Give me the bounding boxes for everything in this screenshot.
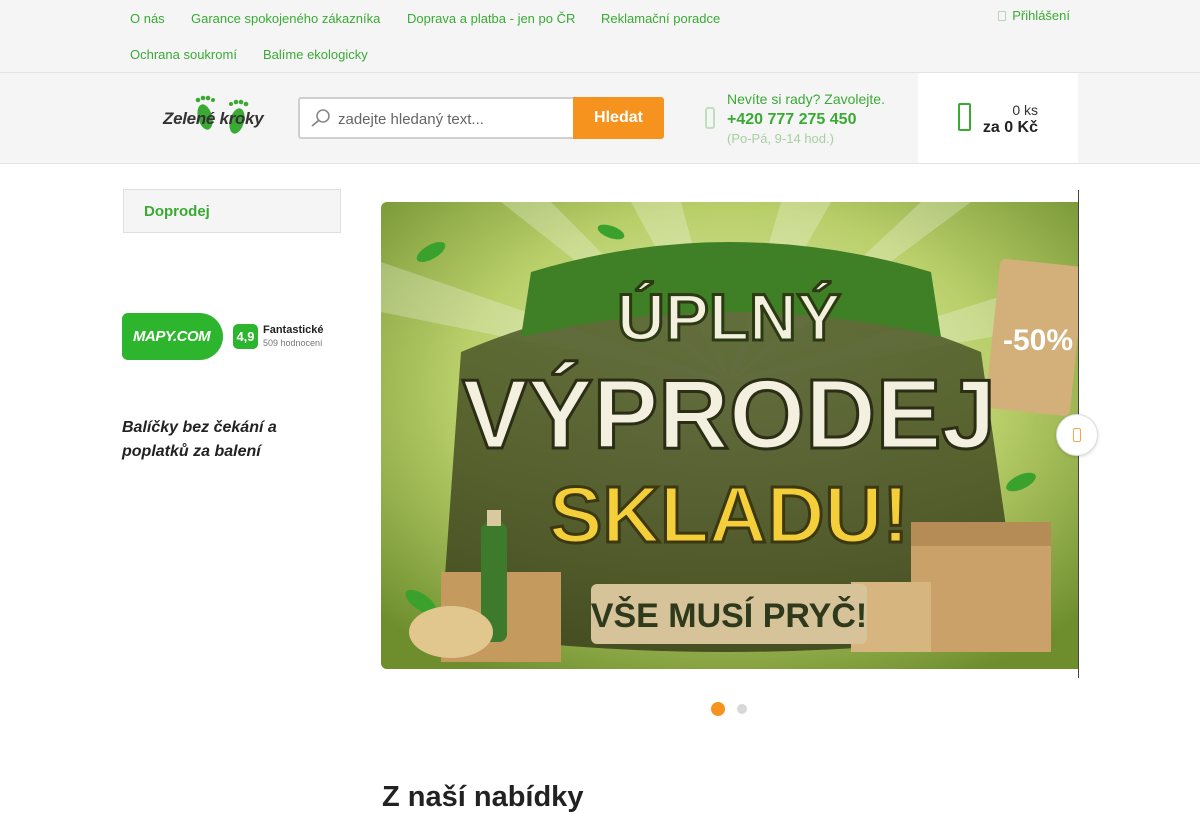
banner-slide[interactable]: ÚPLNÝ VÝPRODEJ SKLADU! VŠE MUSÍ PRYČ! -5…	[381, 202, 1078, 669]
nav-link-ochrana-soukromi[interactable]: Ochrana soukromí	[118, 38, 249, 72]
banner-line-4: VŠE MUSÍ PRYČ!	[591, 596, 867, 635]
logo-text: Zelené kroky	[163, 109, 264, 128]
cart-count: 0 ks	[1012, 102, 1038, 118]
search-form: Hledat	[298, 97, 664, 139]
logo[interactable]: Zelené kroky	[163, 95, 275, 141]
banner-line-1: ÚPLNÝ	[617, 280, 841, 354]
nav-link-garance[interactable]: Garance spokojeného zákazníka	[179, 2, 392, 36]
nav-link-doprava[interactable]: Doprava a platba - jen po ČR	[395, 2, 587, 36]
search-button[interactable]: Hledat	[573, 97, 664, 139]
nav-link-reklamace[interactable]: Reklamační poradce	[589, 2, 732, 36]
search-icon	[311, 109, 330, 127]
nav-link-o-nas[interactable]: O nás	[118, 2, 177, 36]
mapy-logo: MAPY.COM	[122, 313, 223, 360]
slider-dot-1[interactable]	[711, 702, 725, 716]
chevron-right-icon	[1073, 428, 1081, 442]
banner-discount-tag: -50%	[1003, 324, 1073, 357]
contact-question: Nevíte si rady? Zavolejte.	[727, 91, 885, 107]
phone-number[interactable]: +420 777 275 450	[727, 111, 856, 129]
search-field-wrapper	[298, 97, 574, 139]
banner-line-3: SKLADU!	[549, 470, 909, 559]
slider-dot-2[interactable]	[737, 704, 747, 714]
sidebar-item-label: Doprodej	[144, 203, 210, 220]
search-input[interactable]	[338, 108, 568, 130]
nav-link-balime-ekologicky[interactable]: Balíme ekologicky	[251, 38, 380, 72]
rating-label: Fantastické	[263, 324, 324, 336]
rating-count: 509 hodnocení	[263, 338, 323, 348]
promo-text: Balíčky bez čekání a poplatků za balení	[122, 419, 277, 460]
mapy-rating-badge[interactable]: MAPY.COM 4,9 Fantastické 509 hodnocení	[122, 313, 332, 361]
cart-price: za 0 Kč	[982, 119, 1038, 136]
banner-line-2: VÝPRODEJ	[462, 359, 996, 469]
section-title: Z naší nabídky	[382, 781, 584, 813]
slider-next-button[interactable]	[1056, 414, 1098, 456]
site-header: Zelené kroky Hledat Nevíte si rady? Zavo…	[0, 73, 1200, 164]
rating-score: 4,9	[233, 324, 258, 349]
cart-widget[interactable]: 0 ks za 0 Kč	[918, 73, 1078, 163]
login-label: Přihlášení	[1012, 8, 1070, 23]
banner-slider: ÚPLNÝ VÝPRODEJ SKLADU! VŠE MUSÍ PRYČ! -5…	[381, 190, 1098, 678]
banner-image: ÚPLNÝ VÝPRODEJ SKLADU! VŠE MUSÍ PRYČ! -5…	[381, 202, 1078, 669]
sidebar-item-doprodej[interactable]: Doprodej	[123, 189, 341, 233]
contact-hours: (Po-Pá, 9-14 hod.)	[727, 131, 834, 146]
phone-icon	[705, 107, 715, 129]
cart-icon	[958, 103, 971, 131]
login-link[interactable]: Přihlášení	[998, 1, 1070, 31]
top-bar: O nás Garance spokojeného zákazníka Dopr…	[0, 0, 1200, 73]
user-icon	[998, 11, 1007, 21]
mapy-brand: MAPY.COM	[133, 328, 211, 345]
